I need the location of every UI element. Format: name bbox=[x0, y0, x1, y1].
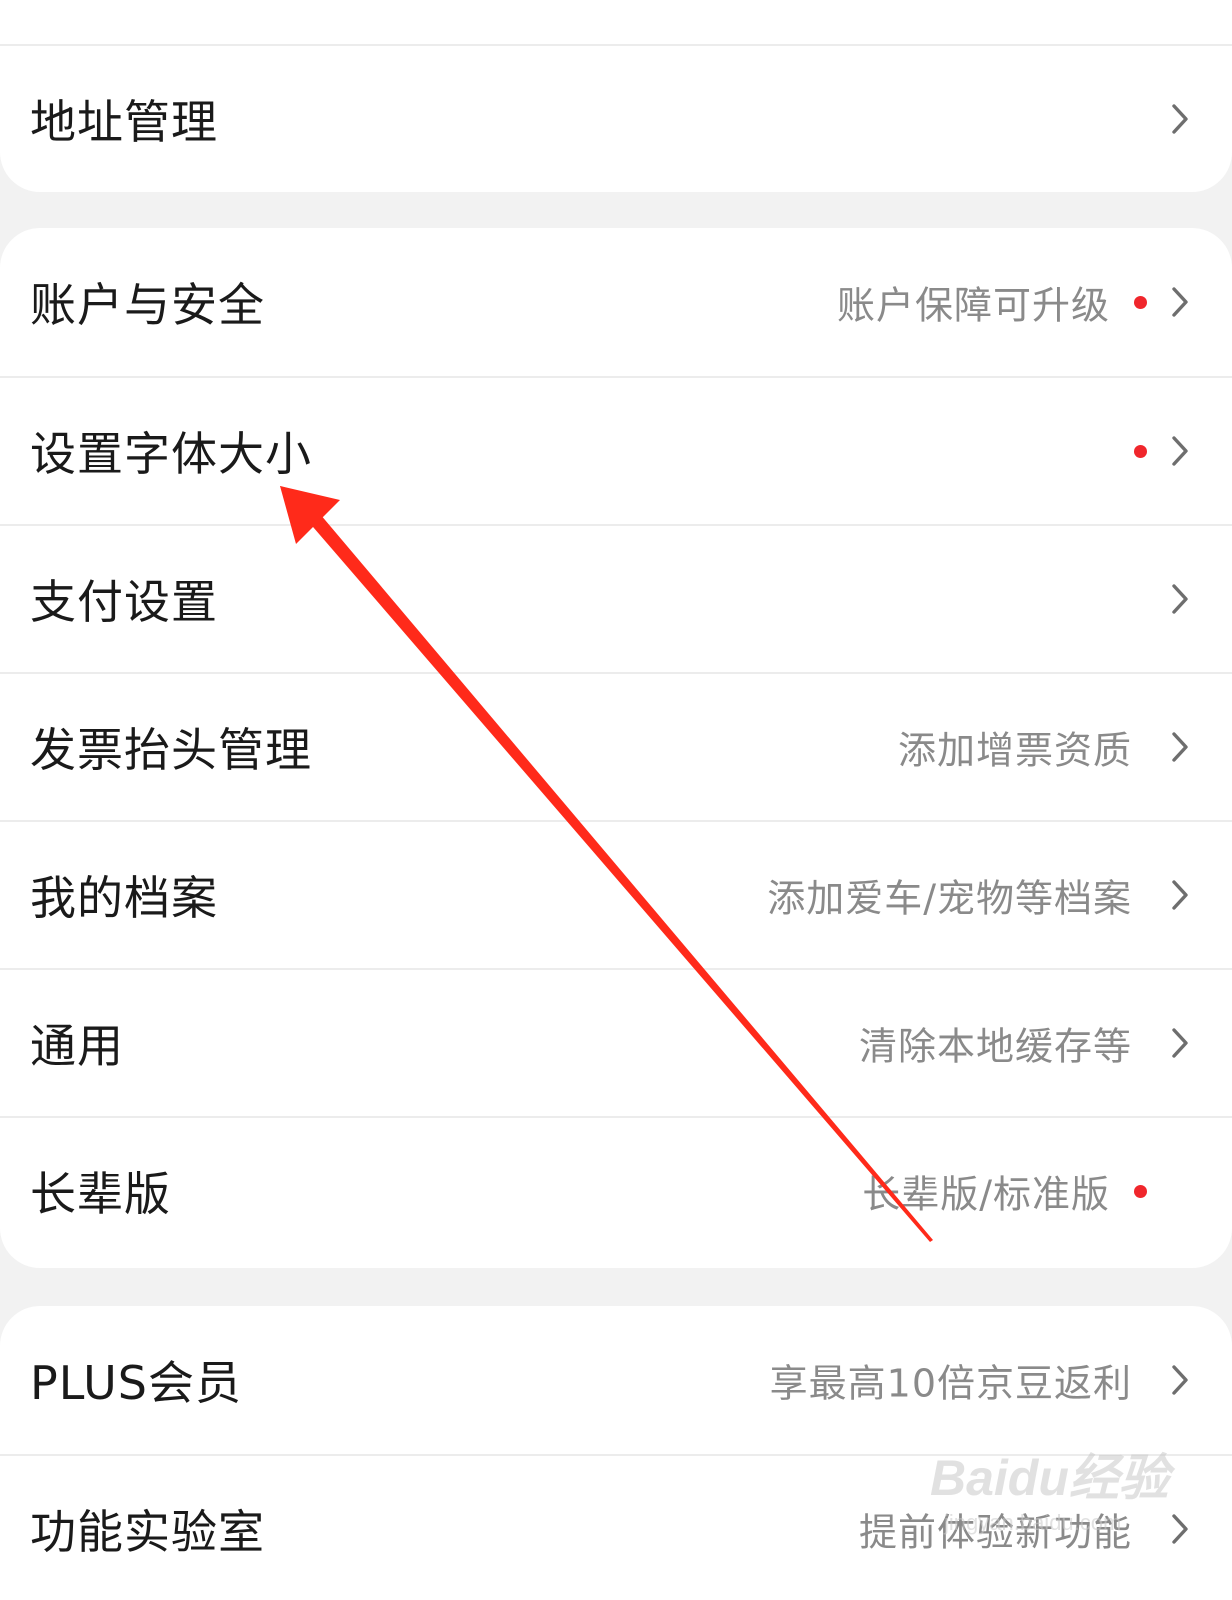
row-label: 我的档案 bbox=[30, 871, 218, 925]
row-label: 通用 bbox=[30, 1019, 124, 1073]
settings-group-main: 账户与安全 账户保障可升级 设置字体大小 支付设置 发票抬头管理 添加增票资质 bbox=[0, 228, 1232, 1268]
chevron-right-icon bbox=[1172, 1514, 1188, 1544]
settings-row-plus[interactable]: PLUS会员 享最高10倍京豆返利 bbox=[0, 1306, 1232, 1454]
chevron-right-icon bbox=[1172, 104, 1188, 134]
row-label: 地址管理 bbox=[30, 95, 218, 149]
row-subtext: 添加增票资质 bbox=[897, 728, 1132, 773]
row-label: 设置字体大小 bbox=[30, 427, 312, 481]
row-subtext: 享最高10倍京豆返利 bbox=[769, 1361, 1132, 1406]
row-subtext: 添加爱车/宠物等档案 bbox=[767, 876, 1132, 921]
chevron-right-icon bbox=[1172, 287, 1188, 317]
settings-row-font-size[interactable]: 设置字体大小 bbox=[0, 376, 1232, 524]
row-subtext: 清除本地缓存等 bbox=[858, 1024, 1132, 1069]
settings-group-address: 地址管理 bbox=[0, 0, 1232, 192]
row-label: 账户与安全 bbox=[30, 278, 265, 332]
chevron-right-icon bbox=[1172, 584, 1188, 614]
row-subtext: 长辈版/标准版 bbox=[862, 1172, 1110, 1217]
chevron-right-icon bbox=[1172, 1028, 1188, 1058]
chevron-right-icon bbox=[1172, 1365, 1188, 1395]
settings-row-account-security[interactable]: 账户与安全 账户保障可升级 bbox=[0, 228, 1232, 376]
row-label: 长辈版 bbox=[30, 1167, 171, 1221]
chevron-right-icon bbox=[1172, 732, 1188, 762]
settings-row-profile[interactable]: 我的档案 添加爱车/宠物等档案 bbox=[0, 820, 1232, 968]
notification-dot bbox=[1134, 445, 1147, 458]
settings-row-elder-mode[interactable]: 长辈版 长辈版/标准版 bbox=[0, 1116, 1232, 1264]
settings-row-payment[interactable]: 支付设置 bbox=[0, 524, 1232, 672]
row-subtext: 提前体验新功能 bbox=[858, 1510, 1132, 1555]
row-label: PLUS会员 bbox=[30, 1356, 242, 1410]
row-label: 功能实验室 bbox=[30, 1505, 265, 1559]
settings-row-lab[interactable]: 功能实验室 提前体验新功能 bbox=[0, 1454, 1232, 1600]
settings-page: 地址管理 账户与安全 账户保障可升级 设置字体大小 支付设置 发票抬头管理 添加… bbox=[0, 0, 1232, 1600]
row-label: 支付设置 bbox=[30, 575, 218, 629]
chevron-right-icon bbox=[1172, 436, 1188, 466]
settings-row-address[interactable]: 地址管理 bbox=[0, 44, 1232, 192]
notification-dot bbox=[1134, 1185, 1147, 1198]
notification-dot bbox=[1134, 296, 1147, 309]
chevron-right-icon bbox=[1172, 880, 1188, 910]
row-label: 发票抬头管理 bbox=[30, 723, 312, 777]
settings-group-extras: PLUS会员 享最高10倍京豆返利 功能实验室 提前体验新功能 bbox=[0, 1306, 1232, 1600]
row-subtext: 账户保障可升级 bbox=[836, 283, 1110, 328]
settings-row-general[interactable]: 通用 清除本地缓存等 bbox=[0, 968, 1232, 1116]
settings-row-invoice[interactable]: 发票抬头管理 添加增票资质 bbox=[0, 672, 1232, 820]
